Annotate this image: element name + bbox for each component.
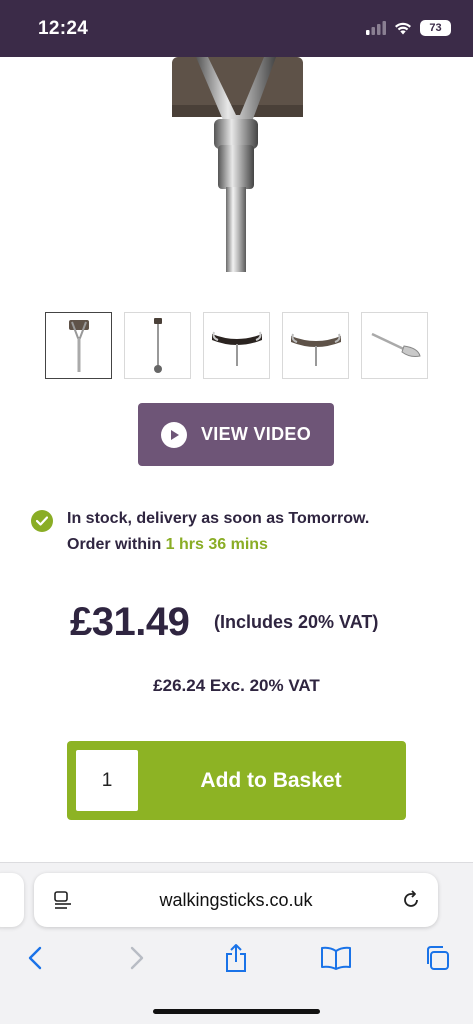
thumbnail-1[interactable] bbox=[45, 312, 112, 379]
back-icon[interactable] bbox=[19, 943, 51, 973]
reload-icon[interactable] bbox=[400, 889, 422, 916]
play-icon bbox=[160, 421, 187, 448]
view-video-button[interactable]: VIEW VIDEO bbox=[138, 403, 334, 466]
price-ex-vat: £26.24 Exc. 20% VAT bbox=[153, 676, 320, 695]
address-bar[interactable]: walkingsticks.co.uk bbox=[34, 873, 438, 927]
delivery-countdown: 1 hrs 36 mins bbox=[165, 536, 268, 553]
stock-message: In stock, delivery as soon as Tomorrow. bbox=[67, 510, 370, 527]
bookmarks-icon[interactable] bbox=[320, 943, 352, 973]
tabs-icon[interactable] bbox=[421, 943, 453, 973]
order-within-message: Order within 1 hrs 36 mins bbox=[67, 536, 268, 554]
cellular-signal-icon bbox=[366, 21, 386, 35]
order-within-label: Order within bbox=[67, 536, 166, 553]
forward-icon[interactable] bbox=[121, 943, 153, 973]
status-bar: 12:24 73 bbox=[0, 0, 473, 57]
view-video-label: VIEW VIDEO bbox=[200, 424, 311, 444]
home-indicator bbox=[153, 1009, 320, 1014]
thumbnail-3[interactable] bbox=[203, 312, 270, 379]
share-icon[interactable] bbox=[220, 943, 252, 973]
quantity-input[interactable] bbox=[76, 750, 138, 811]
product-main-image[interactable] bbox=[0, 57, 473, 272]
wifi-icon bbox=[395, 22, 411, 35]
price: £31.49 bbox=[70, 600, 190, 644]
add-to-basket-form: Add to Basket bbox=[67, 741, 406, 820]
status-time: 12:24 bbox=[38, 18, 89, 39]
previous-tab-preview[interactable] bbox=[0, 873, 24, 927]
url-text: walkingsticks.co.uk bbox=[159, 890, 313, 910]
thumbnail-2[interactable] bbox=[124, 312, 191, 379]
battery-icon: 73 bbox=[420, 20, 451, 36]
status-icons: 73 bbox=[366, 20, 451, 36]
thumbnail-4[interactable] bbox=[282, 312, 349, 379]
price-vat-note: (Includes 20% VAT) bbox=[214, 612, 379, 632]
check-circle-icon bbox=[31, 510, 53, 532]
thumbnail-strip bbox=[45, 312, 428, 379]
browser-chrome: walkingsticks.co.uk bbox=[0, 862, 473, 1024]
thumbnail-5[interactable] bbox=[361, 312, 428, 379]
browser-toolbar bbox=[0, 943, 473, 983]
add-to-basket-button[interactable]: Add to Basket bbox=[167, 769, 375, 793]
